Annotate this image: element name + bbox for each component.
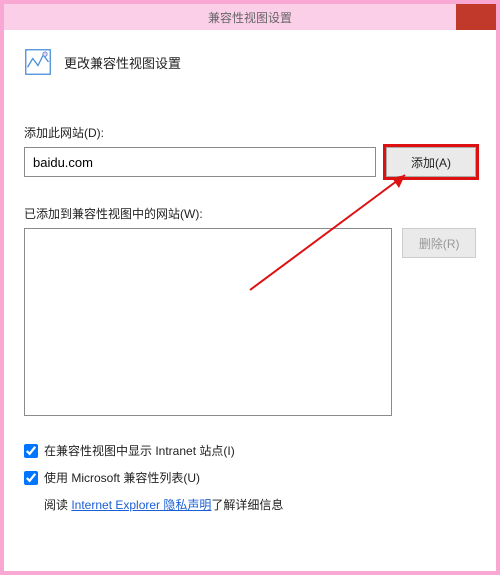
window-frame: 兼容性视图设置 更改兼容性视图设置 添加此网站(D): 添加(A) 已添加到兼容… xyxy=(0,0,500,575)
microsoft-checkbox[interactable] xyxy=(24,471,38,485)
intranet-checkbox-label: 在兼容性视图中显示 Intranet 站点(I) xyxy=(44,442,235,459)
added-sites-listbox[interactable] xyxy=(24,228,392,416)
intranet-checkbox-row[interactable]: 在兼容性视图中显示 Intranet 站点(I) xyxy=(24,442,476,459)
close-button[interactable] xyxy=(456,4,496,30)
header-row: 更改兼容性视图设置 xyxy=(24,48,476,76)
header-title: 更改兼容性视图设置 xyxy=(64,53,181,72)
intranet-checkbox[interactable] xyxy=(24,444,38,458)
add-site-label: 添加此网站(D): xyxy=(24,124,476,141)
footer-prefix: 阅读 xyxy=(44,498,71,512)
microsoft-checkbox-row[interactable]: 使用 Microsoft 兼容性列表(U) xyxy=(24,469,476,486)
added-sites-row: 删除(R) xyxy=(24,228,476,442)
site-url-input[interactable] xyxy=(24,147,376,177)
compat-view-icon xyxy=(24,48,52,76)
add-button[interactable]: 添加(A) xyxy=(386,147,476,177)
remove-button: 删除(R) xyxy=(402,228,476,258)
footer-text: 阅读 Internet Explorer 隐私声明了解详细信息 xyxy=(44,496,476,513)
added-sites-label: 已添加到兼容性视图中的网站(W): xyxy=(24,205,476,222)
microsoft-checkbox-label: 使用 Microsoft 兼容性列表(U) xyxy=(44,469,200,486)
footer-suffix: 了解详细信息 xyxy=(211,498,283,512)
titlebar: 兼容性视图设置 xyxy=(4,4,496,30)
window-title: 兼容性视图设置 xyxy=(208,9,292,26)
privacy-link[interactable]: Internet Explorer 隐私声明 xyxy=(71,498,211,512)
dialog-content: 更改兼容性视图设置 添加此网站(D): 添加(A) 已添加到兼容性视图中的网站(… xyxy=(4,30,496,513)
add-site-row: 添加(A) xyxy=(24,147,476,177)
